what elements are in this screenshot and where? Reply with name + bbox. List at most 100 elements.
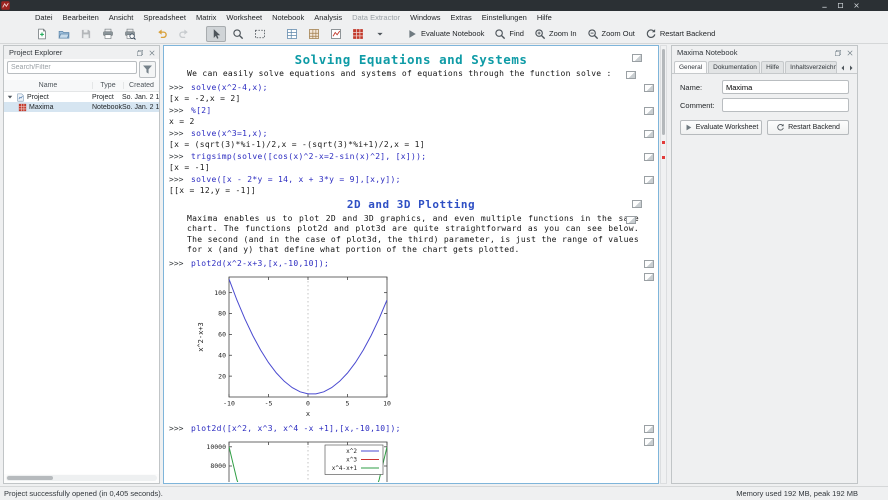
cell-handle-icon[interactable] [644, 106, 654, 115]
window-minimize-button[interactable] [821, 2, 828, 9]
filter-button[interactable] [139, 61, 156, 78]
tab-general[interactable]: General [674, 61, 708, 73]
column-header-created[interactable]: Created [124, 82, 159, 89]
cell-code[interactable]: solve(x^2-4,x); [191, 82, 268, 93]
worksheet-scrollbar[interactable] [660, 45, 667, 484]
cell-handle-icon[interactable] [626, 215, 636, 224]
expander-down-icon[interactable] [6, 93, 14, 101]
new-notebook-button[interactable] [348, 26, 368, 42]
cell-code[interactable]: plot2d(x^2-x+3,[x,-10,10]); [191, 258, 329, 269]
worksheet-cell-input[interactable]: >>> %[2] [169, 105, 657, 116]
cell-code[interactable]: trigsimp(solve([cos(x)^2-x=2-sin(x)^2], … [191, 151, 426, 162]
cell-handle-icon[interactable] [626, 71, 636, 79]
select-mode-icon [254, 28, 266, 40]
worksheet-cell-input[interactable]: >>> solve(x^2-4,x); [169, 82, 657, 93]
print-button[interactable] [98, 26, 118, 42]
float-panel-icon[interactable] [834, 49, 842, 57]
menu-hilfe[interactable]: Hilfe [532, 13, 557, 22]
notebook-worksheet[interactable]: Solving Equations and Systems We can easi… [163, 45, 659, 484]
svg-text:-5: -5 [265, 399, 273, 407]
restart-backend-button[interactable]: Restart Backend [641, 26, 719, 42]
cell-code[interactable]: %[2] [191, 105, 211, 116]
worksheet-cell-input[interactable]: >>> plot2d(x^2-x+3,[x,-10,10]); [169, 258, 657, 269]
cell-code[interactable]: solve(x^3=1,x); [191, 128, 268, 139]
cell-handle-icon[interactable] [644, 175, 654, 184]
menu-analysis[interactable]: Analysis [309, 13, 347, 22]
worksheet-cell-input[interactable]: >>> solve(x^3=1,x); [169, 128, 657, 139]
menu-einstellungen[interactable]: Einstellungen [477, 13, 532, 22]
column-header-name[interactable]: Name [4, 82, 93, 89]
zoom-out-button-label: Zoom Out [601, 29, 635, 38]
print-preview-button[interactable] [120, 26, 140, 42]
new-object-dropdown[interactable] [370, 26, 390, 42]
project-explorer-panel: Project Explorer NameTypeCreated Project… [3, 45, 160, 484]
close-panel-icon[interactable] [148, 49, 156, 57]
zoom-out-button[interactable]: Zoom Out [583, 26, 639, 42]
redo-button[interactable] [174, 26, 194, 42]
menu-datei[interactable]: Datei [30, 13, 58, 22]
cell-handle-icon[interactable] [644, 259, 654, 268]
tab-scroll-left-button[interactable] [839, 63, 847, 73]
tab-hilfe[interactable]: Hilfe [761, 61, 785, 73]
cell-handle-icon[interactable] [632, 54, 642, 62]
restart-backend-button[interactable]: Restart Backend [767, 120, 849, 135]
cell-handle-icon[interactable] [644, 424, 654, 433]
menu-worksheet[interactable]: Worksheet [221, 13, 267, 22]
scrollbar-handle[interactable] [662, 49, 665, 135]
scrollbar-handle[interactable] [7, 476, 53, 480]
menu-spreadsheet[interactable]: Spreadsheet [138, 13, 191, 22]
zoom-in-button[interactable]: Zoom In [530, 26, 581, 42]
new-worksheet-button[interactable] [326, 26, 346, 42]
zoom-select-mode-button[interactable] [228, 26, 248, 42]
window-maximize-button[interactable] [837, 2, 844, 9]
evaluate-worksheet-button[interactable]: Evaluate Worksheet [680, 120, 762, 135]
restart-icon [645, 28, 657, 40]
evaluate-notebook-button[interactable]: Evaluate Notebook [402, 26, 488, 42]
worksheet-cell-output: [[x = 12,y = -1]] [169, 185, 256, 195]
new-spreadsheet-button[interactable] [282, 26, 302, 42]
new-matrix-button[interactable] [304, 26, 324, 42]
cell-handle-icon[interactable] [644, 152, 654, 161]
find-button-label: Find [509, 29, 524, 38]
cell-handle-icon[interactable] [644, 272, 654, 281]
horizontal-scrollbar[interactable] [6, 475, 157, 481]
find-button[interactable]: Find [490, 26, 528, 42]
cell-handle-icon[interactable] [644, 129, 654, 138]
cell-code[interactable]: plot2d([x^2, x^3, x^4 -x +1],[x,-10,10])… [191, 423, 401, 434]
new-project-button[interactable] [32, 26, 52, 42]
cell-handle-icon[interactable] [632, 199, 642, 208]
save-project-button[interactable] [76, 26, 96, 42]
cell-handle-icon[interactable] [644, 437, 654, 446]
menu-windows[interactable]: Windows [405, 13, 445, 22]
tree-cell-name: Project [4, 93, 92, 102]
window-close-button[interactable] [853, 2, 860, 9]
menu-extras[interactable]: Extras [446, 13, 477, 22]
navigate-mode-button[interactable] [206, 25, 226, 42]
name-field[interactable] [722, 80, 849, 94]
cell-handle-icon[interactable] [644, 83, 654, 92]
tree-row-maxima[interactable]: Maxima NotebookSo. Jan. 2 18: [4, 102, 159, 112]
tab-inhaltsverzeichnis[interactable]: Inhaltsverzeichnis [785, 61, 838, 73]
tab-dokumentation[interactable]: Dokumentation [708, 61, 761, 73]
comment-field[interactable] [722, 98, 849, 112]
float-panel-icon[interactable] [136, 49, 144, 57]
evaluate-worksheet-label: Evaluate Worksheet [695, 124, 759, 131]
select-mode-button[interactable] [250, 26, 270, 42]
worksheet-cell-input[interactable]: >>> plot2d([x^2, x^3, x^4 -x +1],[x,-10,1… [169, 423, 657, 434]
close-panel-icon[interactable] [846, 49, 854, 57]
tab-scroll-right-button[interactable] [847, 63, 855, 73]
worksheet-cell-input[interactable]: >>> trigsimp(solve([cos(x)^2-x=2-sin(x)^2… [169, 151, 657, 162]
cell-code[interactable]: solve([x - 2*y = 14, x + 3*y = 9],[x,y])… [191, 174, 401, 185]
menu-ansicht[interactable]: Ansicht [104, 13, 139, 22]
search-input[interactable] [7, 61, 137, 74]
menu-matrix[interactable]: Matrix [191, 13, 221, 22]
svg-text:60: 60 [218, 330, 226, 338]
menu-notebook[interactable]: Notebook [267, 13, 309, 22]
tree-row-project[interactable]: Project Project So. Jan. 2 18: [4, 92, 159, 102]
open-project-button[interactable] [54, 26, 74, 42]
menu-bearbeiten[interactable]: Bearbeiten [58, 13, 104, 22]
undo-button[interactable] [152, 26, 172, 42]
column-header-type[interactable]: Type [93, 82, 124, 89]
window-controls [821, 2, 860, 9]
worksheet-cell-input[interactable]: >>> solve([x - 2*y = 14, x + 3*y = 9],[x,… [169, 174, 657, 185]
